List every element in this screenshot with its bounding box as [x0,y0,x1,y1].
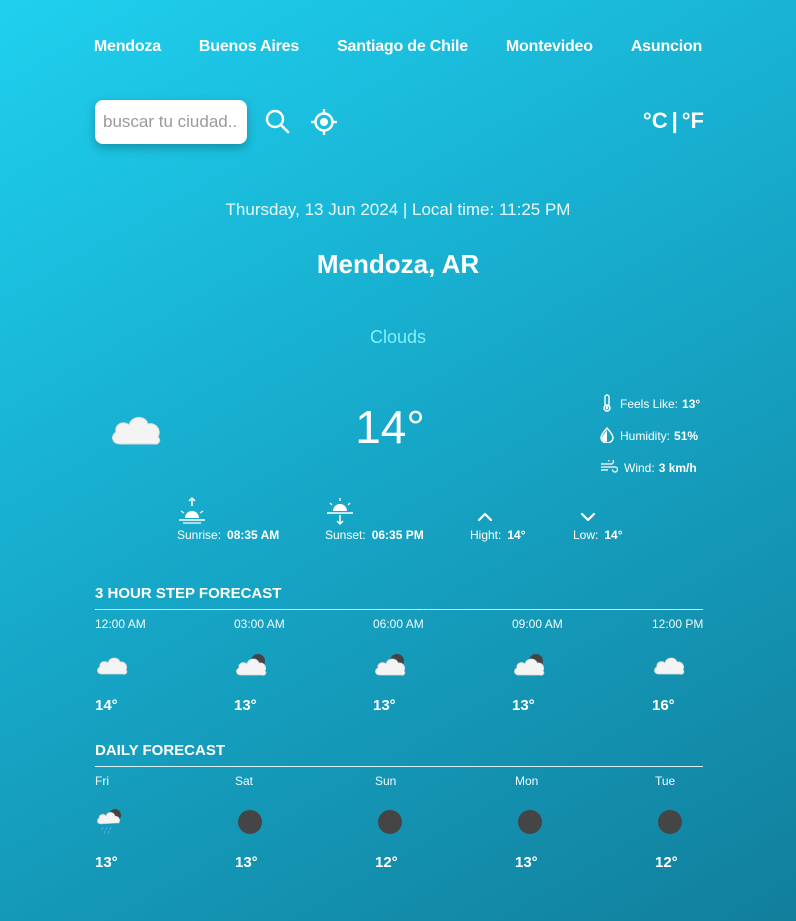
low-value: 14° [604,528,623,542]
nav-city-montevideo[interactable]: Montevideo [506,38,593,56]
crosshair-location-icon[interactable] [310,108,338,141]
fahrenheit-button[interactable]: °F [682,108,704,134]
humidity-label: Humidity: [620,429,671,443]
sunset-item: Sunset: 06:35 PM [325,496,424,542]
sunset-value: 06:35 PM [371,528,424,542]
feels-like-label: Feels Like: [620,397,679,411]
chevron-up-icon [470,496,500,526]
forecast-temp: 13° [234,697,257,714]
sunset-label: Sunset: [325,528,366,542]
sunrise-label: Sunrise: [177,528,222,542]
low-label: Low: [573,528,599,542]
hourly-forecast-title: 3 HOUR STEP FORECAST [95,585,703,610]
forecast-temp: 12° [375,854,398,871]
nav-city-buenos-aires[interactable]: Buenos Aires [199,38,299,56]
hourly-forecast-row: 12:00 AM 14° 03:00 AM 13° 06:00 AM 13° 0… [95,617,703,727]
sunrise-value: 08:35 AM [227,528,280,542]
cloud-icon [108,410,164,453]
current-temperature: 14° [355,401,425,453]
forecast-temp: 12° [655,854,678,871]
city-nav: Mendoza Buenos Aires Santiago de Chile M… [0,38,796,56]
wind-value: 3 km/h [658,461,697,475]
celsius-button[interactable]: °C [643,108,668,134]
wind-icon [600,457,624,477]
forecast-item: 09:00 AM 13° [512,617,582,714]
cloud-moon-icon [234,645,304,685]
thermometer-icon [600,393,620,415]
search-input[interactable] [95,100,247,144]
forecast-temp: 14° [95,697,118,714]
forecast-temp: 16° [652,697,675,714]
feels-like-row: Feels Like: 13° [600,388,700,420]
forecast-label: 09:00 AM [512,617,563,631]
nav-city-mendoza[interactable]: Mendoza [94,38,161,56]
forecast-label: Mon [515,774,539,788]
forecast-temp: 13° [235,854,258,871]
forecast-item: 03:00 AM 13° [234,617,304,714]
forecast-temp: 13° [512,697,535,714]
forecast-label: Sat [235,774,254,788]
cloud-icon [95,645,165,685]
dark-moon-icon [515,802,585,842]
forecast-item: Sat 13° [235,774,305,871]
forecast-item: Sun 12° [375,774,445,871]
forecast-label: 06:00 AM [373,617,424,631]
search-icon[interactable] [264,108,290,139]
weather-details: Feels Like: 13° Humidity: 51% Wind: 3 km… [600,388,700,484]
forecast-label: Tue [655,774,676,788]
high-value: 14° [507,528,526,542]
forecast-item: 12:00 PM 16° [652,617,722,714]
feels-like-value: 13° [682,397,701,411]
wind-row: Wind: 3 km/h [600,452,700,484]
forecast-item: 12:00 AM 14° [95,617,165,714]
unit-toggle: °C | °F [643,108,704,134]
daily-forecast-row: Fri 13° Sat 13° Sun 12° Mon 13° Tue 12° [95,774,703,884]
sunset-icon [325,496,355,526]
unit-separator: | [671,108,678,133]
sunrise-icon [177,496,207,526]
forecast-label: Fri [95,774,109,788]
dark-moon-icon [375,802,445,842]
forecast-item: Fri 13° [95,774,165,871]
cloud-moon-icon [512,645,582,685]
low-item: Low: 14° [573,496,623,542]
local-datetime: Thursday, 13 Jun 2024 | Local time: 11:2… [225,200,571,219]
forecast-label: 12:00 PM [652,617,704,631]
dark-moon-icon [235,802,305,842]
dark-moon-icon [655,802,725,842]
city-title: Mendoza, AR [316,249,480,279]
humidity-drop-icon [600,426,620,446]
nav-city-asuncion[interactable]: Asuncion [631,38,702,56]
daily-forecast-title: DAILY FORECAST [95,742,703,767]
forecast-label: 03:00 AM [234,617,285,631]
forecast-temp: 13° [95,854,118,871]
forecast-item: Tue 12° [655,774,725,871]
nav-city-santiago[interactable]: Santiago de Chile [337,38,468,56]
humidity-row: Humidity: 51% [600,420,700,452]
forecast-temp: 13° [515,854,538,871]
forecast-temp: 13° [373,697,396,714]
cloud-icon [652,645,722,685]
forecast-item: Mon 13° [515,774,585,871]
wind-label: Wind: [624,461,655,475]
forecast-label: 12:00 AM [95,617,146,631]
forecast-label: Sun [375,774,397,788]
high-item: Hight: 14° [470,496,526,542]
forecast-item: 06:00 AM 13° [373,617,443,714]
humidity-value: 51% [674,429,699,443]
sunrise-item: Sunrise: 08:35 AM [177,496,279,542]
weather-condition: Clouds [369,327,427,347]
rain-cloud-icon [95,802,165,842]
high-label: Hight: [470,528,502,542]
chevron-down-icon [573,496,603,526]
cloud-moon-icon [373,645,443,685]
